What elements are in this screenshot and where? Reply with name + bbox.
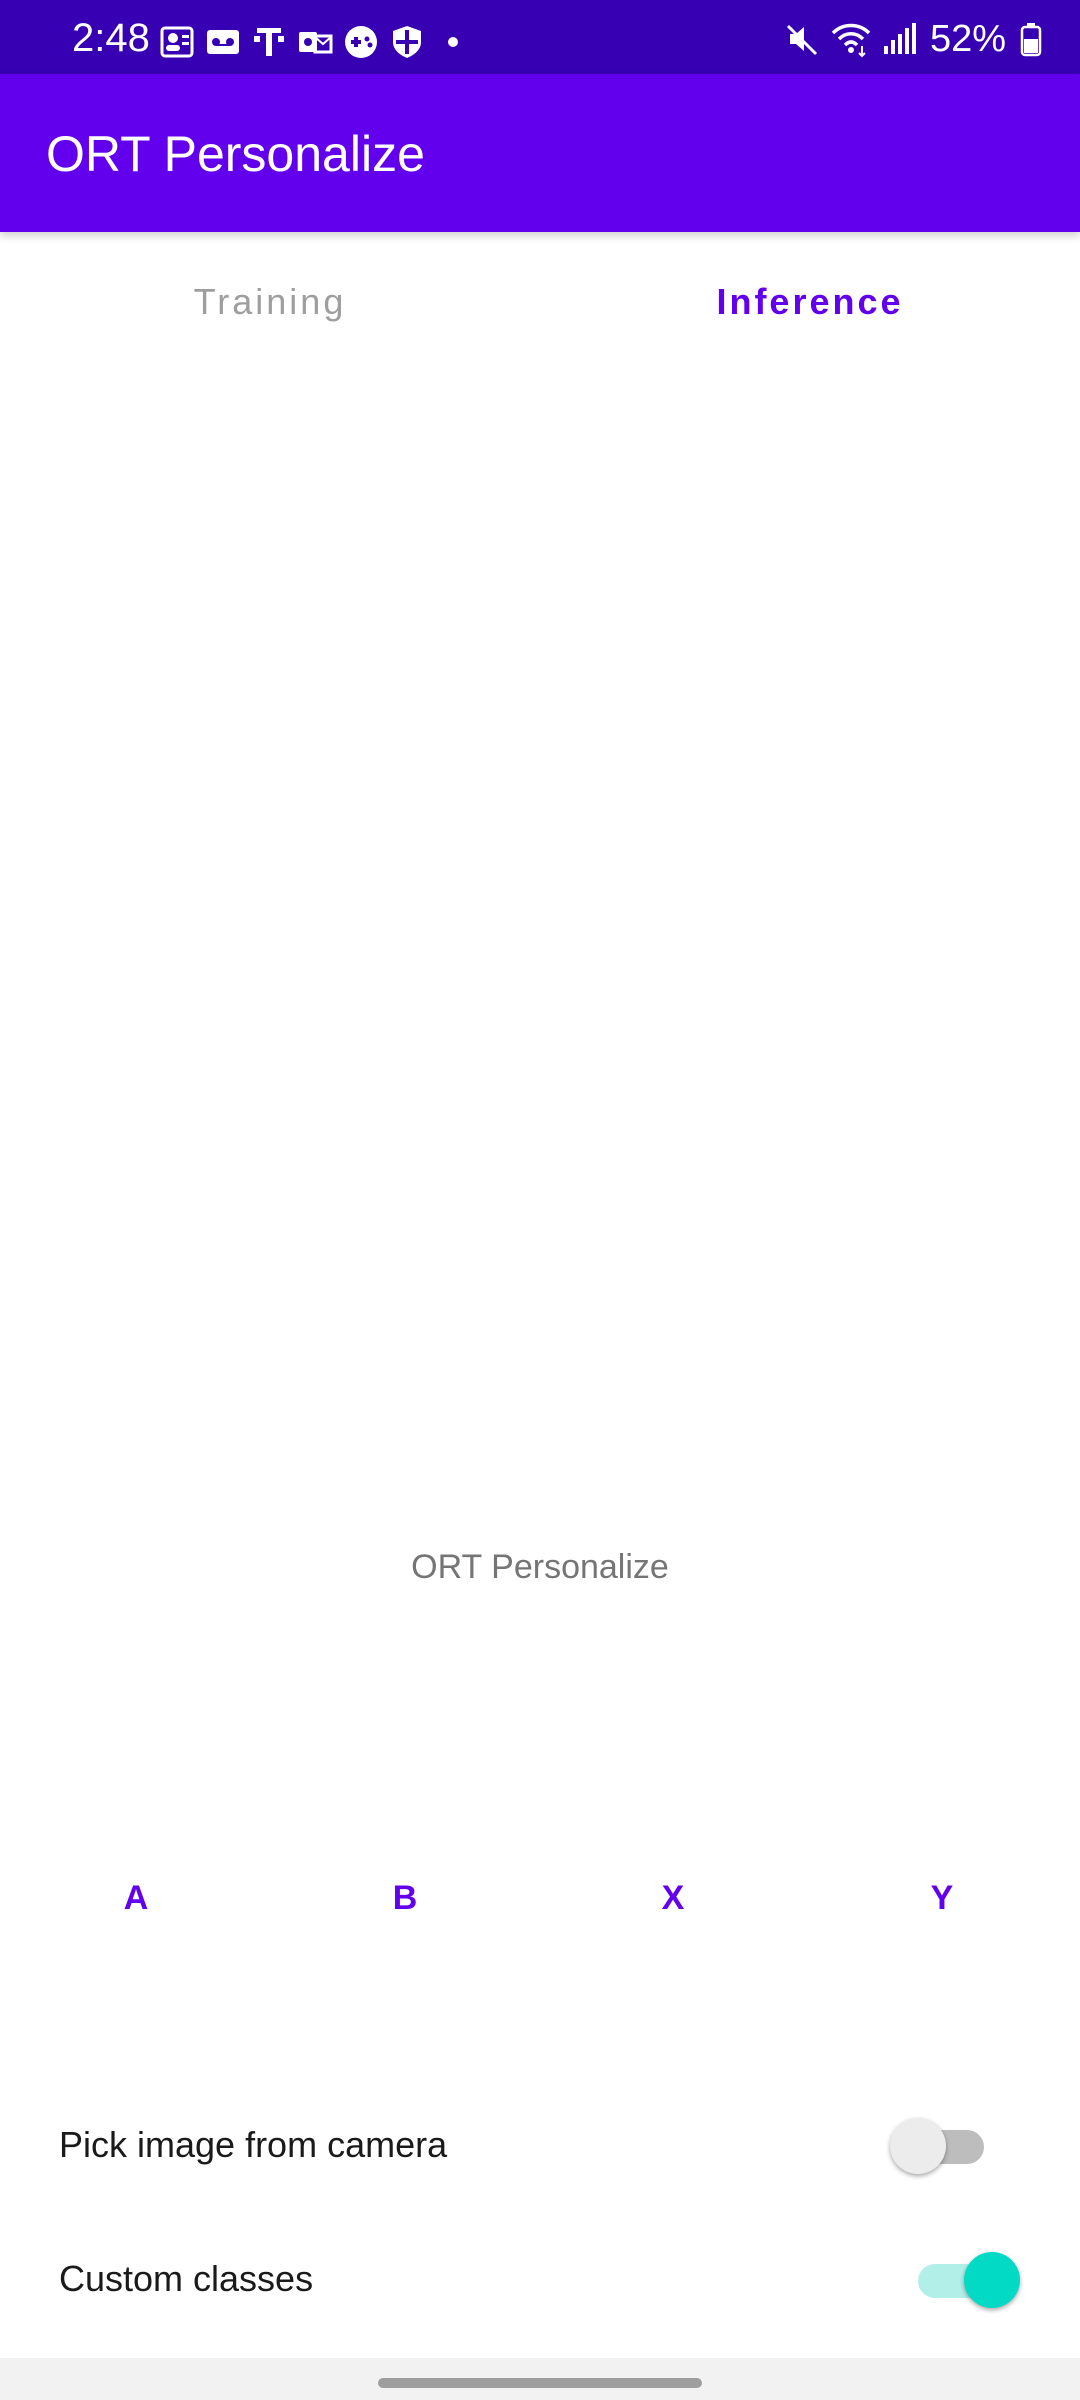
custom-classes-row: Custom classes [0, 2230, 1080, 2330]
t-mobile-icon [250, 23, 288, 61]
custom-classes-switch-thumb [964, 2252, 1020, 2308]
image-caption: ORT Personalize [411, 1548, 669, 1586]
dot-icon [434, 23, 472, 61]
custom-classes-label: Custom classes [59, 2258, 314, 2299]
class-a-button[interactable]: A [76, 1858, 196, 1938]
class-x-button[interactable]: X [613, 1858, 733, 1938]
class-buttons: A B X Y [0, 1858, 1080, 1938]
camera-switch[interactable] [890, 2114, 1000, 2174]
shield-icon [388, 23, 426, 61]
wifi-icon [830, 18, 872, 60]
app-screen: 2:48 52% ORT Personalize Training Infere… [0, 0, 1080, 2400]
camera-setting-row: Pick image from camera [0, 2096, 1080, 2196]
battery-icon [1018, 18, 1044, 60]
tab-training[interactable]: Training [0, 232, 540, 372]
system-icons: 52% [776, 18, 1044, 60]
mute-icon [782, 18, 824, 60]
notification-icons [158, 22, 480, 62]
status-bar: 2:48 52% [0, 0, 1080, 74]
home-gesture-handle[interactable] [378, 2378, 702, 2388]
app-title: ORT Personalize [46, 126, 425, 182]
battery-percent: 52% [929, 17, 1006, 60]
app-bar: ORT Personalize [0, 74, 1080, 232]
status-time: 2:48 [72, 16, 150, 60]
tab-inference[interactable]: Inference [540, 232, 1080, 372]
navigation-bar [0, 2358, 1080, 2400]
camera-switch-label: Pick image from camera [59, 2124, 448, 2165]
tab-bar: Training Inference [0, 232, 1080, 372]
voicemail-icon [204, 23, 242, 61]
signal-icon [878, 18, 920, 60]
outlook-icon [296, 23, 334, 61]
game-icon [342, 23, 380, 61]
contacts-icon [158, 23, 196, 61]
class-b-button[interactable]: B [345, 1858, 465, 1938]
class-y-button[interactable]: Y [882, 1858, 1002, 1938]
custom-classes-switch[interactable] [910, 2248, 1020, 2308]
camera-switch-thumb [890, 2118, 946, 2174]
